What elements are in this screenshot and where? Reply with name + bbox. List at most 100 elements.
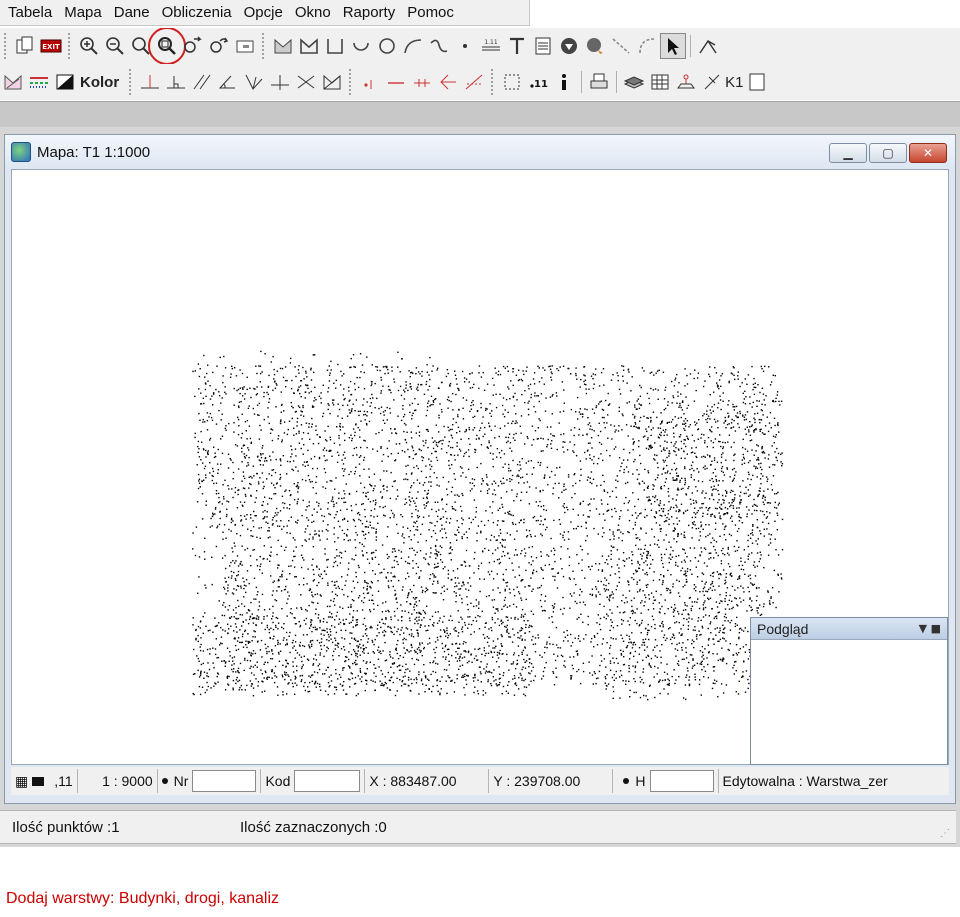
zoom-next-icon[interactable] [206,33,232,59]
h-label: H [635,773,646,789]
toolbar-grip-2 [68,33,72,59]
zoom-in-icon[interactable] [76,33,102,59]
nr-input[interactable] [192,770,257,792]
minimize-button[interactable]: ▁ [829,143,867,163]
selected-count: Ilość zaznaczonych :0 [240,818,387,836]
toolbar-main: EXIT 1.11 [0,28,960,64]
text-icon[interactable] [504,33,530,59]
curve-icon[interactable] [400,33,426,59]
info-icon[interactable] [551,69,577,95]
perpendicular-icon[interactable] [163,69,189,95]
dimension-icon[interactable]: 1.11 [478,33,504,59]
intersection-icon[interactable] [293,69,319,95]
menu-opcje[interactable]: Opcje [238,4,289,21]
preview-header[interactable]: Podgląd ▼ ■ [751,618,947,640]
polygon-open-icon[interactable] [270,33,296,59]
table-note-icon[interactable] [530,33,556,59]
arrow-split-icon[interactable] [435,69,461,95]
menu-obliczenia[interactable]: Obliczenia [156,4,238,21]
symbol-icon[interactable] [556,33,582,59]
menu-tabela[interactable]: Tabela [2,4,58,21]
select-arrow-icon[interactable] [660,33,686,59]
height-marker-icon[interactable] [673,69,699,95]
toolbar-grip[interactable] [4,33,8,59]
point-number-icon[interactable]: 11 [525,69,551,95]
symbol-pick-icon[interactable] [582,33,608,59]
preview-title: Podgląd [757,620,809,637]
nr-label: Nr [173,773,189,789]
document-icon[interactable] [744,69,770,95]
arc-dashed-icon[interactable] [634,33,660,59]
toolbar-separator-3 [616,71,618,93]
kolor-label[interactable]: Kolor [80,74,119,91]
status-tools: ▦ ,11 [11,769,78,793]
svg-text:11: 11 [534,79,548,90]
print-icon[interactable] [586,69,612,95]
y-coordinate: Y : 239708.00 [489,769,614,793]
hatch-icon[interactable] [0,69,26,95]
extend-icon[interactable] [461,69,487,95]
point-marker-icon [161,778,168,784]
map-window-title: Mapa: T1 1:1000 [37,143,151,161]
close-button[interactable]: ✕ [909,143,947,163]
angle-icon[interactable] [215,69,241,95]
resize-grip-icon[interactable]: ⋰ [940,828,950,839]
caption-note: Dodaj warstwy: Budynki, drogi, kanaliz [6,890,280,907]
fill-toggle-icon[interactable] [32,776,45,786]
triangle-split-icon[interactable] [319,69,345,95]
nr-field-group: Nr [158,769,262,793]
point-size-value[interactable]: ,11 [54,773,72,789]
menu-dane[interactable]: Dane [108,4,156,21]
connect-points-icon[interactable] [699,69,725,95]
zoom-all-icon[interactable] [148,28,186,64]
menu-raporty[interactable]: Raporty [337,4,402,21]
color-swatch-icon[interactable] [52,69,78,95]
select-box-icon[interactable] [499,69,525,95]
line-segment-icon[interactable] [383,69,409,95]
layer-status[interactable]: Edytowalna : Warstwa_zer [719,769,899,793]
kod-input[interactable] [294,770,361,792]
exit-icon[interactable]: EXIT [38,33,64,59]
point-on-line-icon[interactable] [357,69,383,95]
arc-icon[interactable] [348,33,374,59]
h-input[interactable] [649,770,714,792]
toolbar-grip-3 [262,33,266,59]
points-count: Ilość punktów :1 [12,818,120,836]
window-controls: ▁ ▢ ✕ [829,143,947,163]
app-status-bar: Ilość punktów :1 Ilość zaznaczonych :0 ⋰ [0,810,956,844]
maximize-button[interactable]: ▢ [869,143,907,163]
map-globe-icon [11,142,31,162]
x-coordinate: X : 883487.00 [365,769,490,793]
grid-toggle-icon[interactable]: ▦ [15,773,28,790]
height-marker-dot-icon [623,778,630,784]
point-icon[interactable] [452,33,478,59]
line-divide-icon[interactable] [409,69,435,95]
toolbar-grip-4 [129,69,133,95]
perpendicular-line-icon[interactable] [267,69,293,95]
perpendicular-point-icon[interactable] [137,69,163,95]
spline-icon[interactable] [426,33,452,59]
parallel-icon[interactable] [189,69,215,95]
scale-value[interactable]: 1 : 9000 [78,769,158,793]
menu-pomoc[interactable]: Pomoc [401,4,460,21]
measure-angle-icon[interactable] [695,33,721,59]
preview-menu-icon[interactable]: ▼ ■ [919,622,941,635]
line-dashed-icon[interactable] [608,33,634,59]
h-field-group: H [613,769,719,793]
copy-icon[interactable] [12,33,38,59]
circle-icon[interactable] [374,33,400,59]
polygon-closed-icon[interactable] [296,33,322,59]
grid-table-icon[interactable] [647,69,673,95]
polyline-icon[interactable] [322,33,348,59]
preview-panel: Podgląd ▼ ■ [750,617,948,765]
menu-mapa[interactable]: Mapa [58,4,108,21]
map-window-titlebar[interactable]: Mapa: T1 1:1000 ▁ ▢ ✕ [5,135,955,169]
menu-okno[interactable]: Okno [289,4,337,21]
k1-label[interactable]: K1 [725,74,743,91]
zoom-previous-icon[interactable] [180,33,206,59]
window-icon[interactable] [232,33,258,59]
zoom-out-icon[interactable] [102,33,128,59]
line-style-icon[interactable] [26,69,52,95]
layers-icon[interactable] [621,69,647,95]
bisector-icon[interactable] [241,69,267,95]
